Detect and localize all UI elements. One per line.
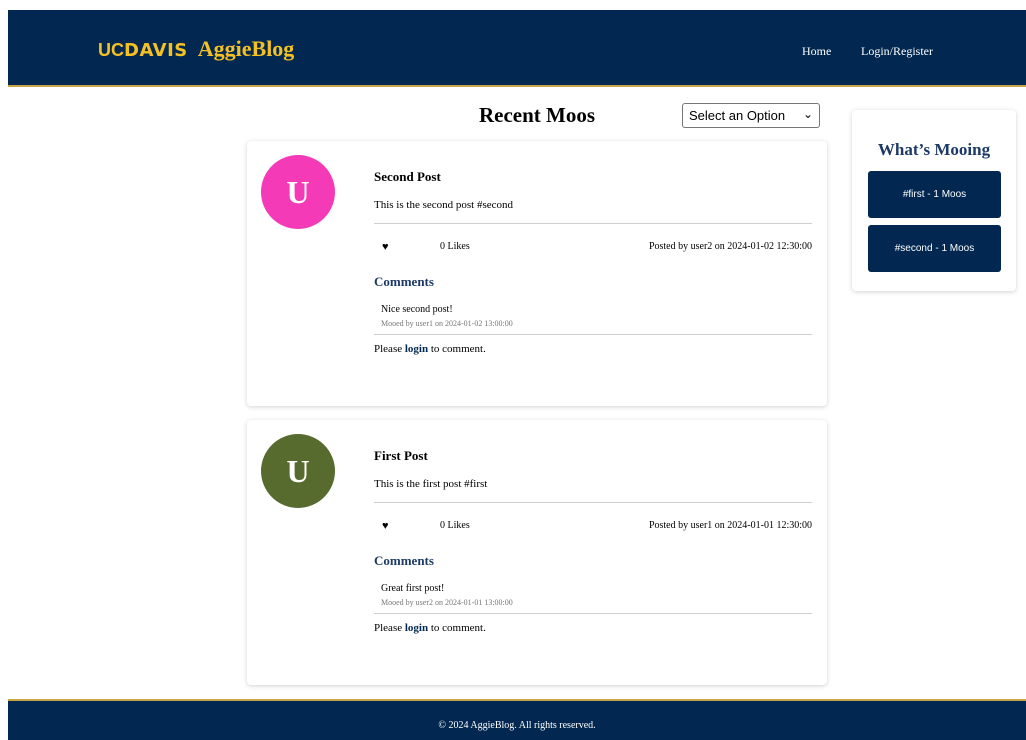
post-meta: ♥ 0 Likes Posted by user1 on 2024-01-01 … (374, 503, 812, 549)
sort-select[interactable]: Select an Option ⌄ (682, 103, 820, 128)
post-card: U First Post This is the first post #fir… (247, 420, 827, 685)
nav-home-link[interactable]: Home (802, 44, 831, 59)
heart-icon[interactable]: ♥ (382, 520, 389, 532)
posted-by: Posted by user1 on 2024-01-01 12:30:00 (648, 520, 812, 531)
comment-item: Great first post! Mooed by user2 on 2024… (381, 583, 812, 607)
comment-text: Nice second post! (381, 304, 453, 315)
post-content: Second Post This is the second post #sec… (374, 169, 812, 355)
avatar: U (261, 155, 335, 229)
tag-button-second[interactable]: #second - 1 Moos (868, 225, 1001, 272)
logo-davis: DAVIS (124, 40, 188, 61)
post-card: U Second Post This is the second post #s… (247, 141, 827, 406)
site-header: UC DAVIS AggieBlog Home Login/Register (8, 10, 1026, 87)
trending-sidebar: What’s Mooing #first - 1 Moos #second - … (852, 110, 1016, 291)
divider (374, 334, 812, 335)
chevron-down-icon: ⌄ (802, 107, 813, 121)
brand-name: AggieBlog (197, 36, 295, 61)
post-title: Second Post (374, 169, 441, 184)
comments-heading: Comments (374, 553, 434, 568)
post-meta: ♥ 0 Likes Posted by user2 on 2024-01-02 … (374, 224, 812, 270)
login-prompt: Please login to comment. (374, 343, 812, 355)
footer-copyright: © 2024 AggieBlog. All rights reserved. (438, 720, 596, 731)
posted-by: Posted by user2 on 2024-01-02 12:30:00 (648, 241, 812, 252)
avatar: U (261, 434, 335, 508)
title-row: Recent Moos Select an Option ⌄ (247, 103, 827, 133)
tag-button-first[interactable]: #first - 1 Moos (868, 171, 1001, 218)
comment-item: Nice second post! Mooed by user1 on 2024… (381, 304, 812, 328)
login-prompt-post: to comment. (428, 622, 486, 634)
comments-heading: Comments (374, 274, 434, 289)
sidebar-title: What’s Mooing (877, 140, 991, 159)
comment-meta: Mooed by user2 on 2024-01-01 13:00:00 (381, 598, 513, 607)
post-title: First Post (374, 448, 428, 463)
site-footer: © 2024 AggieBlog. All rights reserved. (8, 699, 1026, 740)
comment-meta: Mooed by user1 on 2024-01-02 13:00:00 (381, 319, 513, 328)
likes-count: 0 Likes (440, 520, 470, 531)
logo-uc: UC (98, 40, 124, 60)
top-strip (0, 0, 1026, 10)
login-prompt: Please login to comment. (374, 622, 812, 634)
divider (374, 613, 812, 614)
login-prompt-pre: Please (374, 622, 405, 634)
heart-icon[interactable]: ♥ (382, 241, 389, 253)
login-prompt-pre: Please (374, 343, 405, 355)
nav-login-register-link[interactable]: Login/Register (861, 44, 933, 59)
login-prompt-post: to comment. (428, 343, 486, 355)
comment-text: Great first post! (381, 583, 445, 594)
post-body: This is the first post #first (374, 478, 488, 490)
post-content: First Post This is the first post #first… (374, 448, 812, 634)
sort-select-value: Select an Option (689, 108, 786, 123)
logo[interactable]: UC DAVIS AggieBlog (98, 36, 294, 62)
login-link[interactable]: login (405, 343, 428, 355)
post-body: This is the second post #second (374, 199, 514, 211)
login-link[interactable]: login (405, 622, 428, 634)
likes-count: 0 Likes (440, 241, 470, 252)
